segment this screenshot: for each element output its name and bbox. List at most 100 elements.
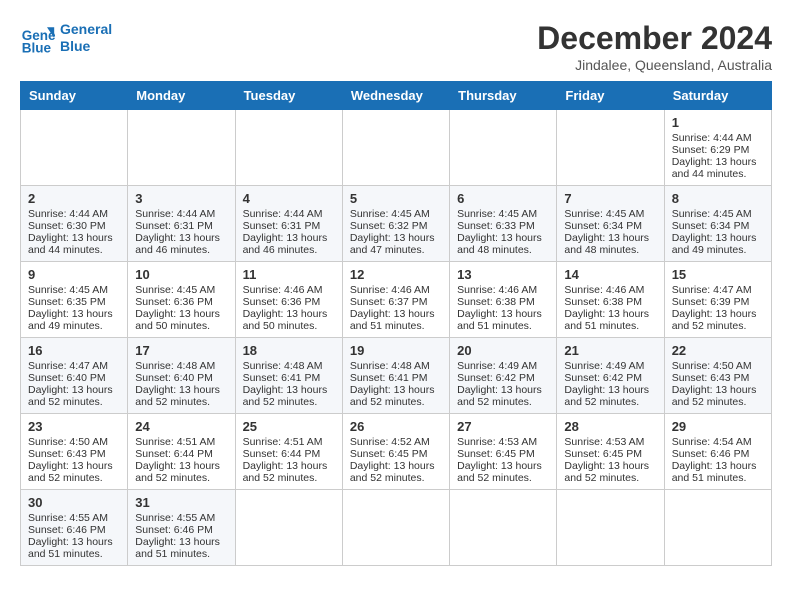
day-number: 11 [243,267,335,282]
day-number: 19 [350,343,442,358]
cell-line: and 52 minutes. [672,396,747,408]
calendar-week-5: 23Sunrise: 4:50 AMSunset: 6:43 PMDayligh… [21,414,772,490]
cell-line: Daylight: 13 hours [350,384,435,396]
calendar-cell: 13Sunrise: 4:46 AMSunset: 6:38 PMDayligh… [450,262,557,338]
calendar-cell: 5Sunrise: 4:45 AMSunset: 6:32 PMDaylight… [342,186,449,262]
cell-line: Sunset: 6:38 PM [457,296,535,308]
day-number: 25 [243,419,335,434]
cell-line: and 48 minutes. [564,244,639,256]
cell-line: Sunrise: 4:48 AM [243,360,323,372]
calendar-cell [450,490,557,566]
cell-line: Daylight: 13 hours [564,308,649,320]
cell-line: Sunset: 6:34 PM [672,220,750,232]
header-sunday: Sunday [21,82,128,110]
logo-icon: General Blue [20,20,56,56]
cell-line: and 47 minutes. [350,244,425,256]
cell-line: Daylight: 13 hours [243,384,328,396]
cell-line: and 52 minutes. [135,396,210,408]
cell-line: Daylight: 13 hours [243,460,328,472]
day-number: 15 [672,267,764,282]
day-number: 5 [350,191,442,206]
calendar-week-6: 30Sunrise: 4:55 AMSunset: 6:46 PMDayligh… [21,490,772,566]
cell-line: and 52 minutes. [457,472,532,484]
calendar-cell: 23Sunrise: 4:50 AMSunset: 6:43 PMDayligh… [21,414,128,490]
day-number: 7 [564,191,656,206]
cell-line: and 49 minutes. [28,320,103,332]
cell-line: Daylight: 13 hours [564,460,649,472]
cell-line: Sunset: 6:36 PM [243,296,321,308]
calendar-cell: 26Sunrise: 4:52 AMSunset: 6:45 PMDayligh… [342,414,449,490]
cell-line: Sunrise: 4:46 AM [457,284,537,296]
cell-line: Sunset: 6:38 PM [564,296,642,308]
day-number: 12 [350,267,442,282]
cell-line: Sunset: 6:29 PM [672,144,750,156]
calendar-cell: 25Sunrise: 4:51 AMSunset: 6:44 PMDayligh… [235,414,342,490]
cell-line: and 48 minutes. [457,244,532,256]
day-number: 13 [457,267,549,282]
day-number: 1 [672,115,764,130]
day-number: 20 [457,343,549,358]
calendar-cell: 30Sunrise: 4:55 AMSunset: 6:46 PMDayligh… [21,490,128,566]
cell-line: Sunset: 6:43 PM [28,448,106,460]
cell-line: Sunset: 6:46 PM [28,524,106,536]
day-number: 24 [135,419,227,434]
calendar-cell: 27Sunrise: 4:53 AMSunset: 6:45 PMDayligh… [450,414,557,490]
cell-line: Sunrise: 4:47 AM [28,360,108,372]
header-tuesday: Tuesday [235,82,342,110]
cell-line: Sunrise: 4:45 AM [457,208,537,220]
calendar-cell: 18Sunrise: 4:48 AMSunset: 6:41 PMDayligh… [235,338,342,414]
svg-text:Blue: Blue [22,40,52,55]
cell-line: Daylight: 13 hours [135,308,220,320]
cell-line: Sunrise: 4:45 AM [350,208,430,220]
day-number: 26 [350,419,442,434]
cell-line: and 51 minutes. [28,548,103,560]
calendar-cell: 28Sunrise: 4:53 AMSunset: 6:45 PMDayligh… [557,414,664,490]
cell-line: Daylight: 13 hours [564,384,649,396]
cell-line: and 51 minutes. [457,320,532,332]
calendar-table: Sunday Monday Tuesday Wednesday Thursday… [20,81,772,566]
calendar-cell: 7Sunrise: 4:45 AMSunset: 6:34 PMDaylight… [557,186,664,262]
cell-line: Sunset: 6:41 PM [350,372,428,384]
calendar-cell: 29Sunrise: 4:54 AMSunset: 6:46 PMDayligh… [664,414,771,490]
calendar-cell [450,110,557,186]
calendar-cell: 21Sunrise: 4:49 AMSunset: 6:42 PMDayligh… [557,338,664,414]
cell-line: Sunrise: 4:45 AM [672,208,752,220]
cell-line: Sunset: 6:46 PM [135,524,213,536]
cell-line: and 52 minutes. [350,396,425,408]
calendar-cell: 2Sunrise: 4:44 AMSunset: 6:30 PMDaylight… [21,186,128,262]
header-saturday: Saturday [664,82,771,110]
calendar-cell [235,490,342,566]
cell-line: Daylight: 13 hours [457,384,542,396]
cell-line: Sunrise: 4:46 AM [564,284,644,296]
cell-line: and 44 minutes. [672,168,747,180]
day-number: 18 [243,343,335,358]
header-monday: Monday [128,82,235,110]
cell-line: Daylight: 13 hours [672,232,757,244]
header-friday: Friday [557,82,664,110]
page-header: General Blue General Blue December 2024 … [20,20,772,73]
cell-line: Sunrise: 4:49 AM [564,360,644,372]
cell-line: Sunrise: 4:55 AM [135,512,215,524]
cell-line: Sunrise: 4:49 AM [457,360,537,372]
cell-line: Sunrise: 4:44 AM [243,208,323,220]
day-number: 27 [457,419,549,434]
day-number: 9 [28,267,120,282]
cell-line: Daylight: 13 hours [457,232,542,244]
cell-line: Daylight: 13 hours [135,460,220,472]
calendar-cell: 4Sunrise: 4:44 AMSunset: 6:31 PMDaylight… [235,186,342,262]
cell-line: and 51 minutes. [350,320,425,332]
day-number: 2 [28,191,120,206]
calendar-cell: 19Sunrise: 4:48 AMSunset: 6:41 PMDayligh… [342,338,449,414]
calendar-cell: 16Sunrise: 4:47 AMSunset: 6:40 PMDayligh… [21,338,128,414]
cell-line: Sunset: 6:36 PM [135,296,213,308]
cell-line: and 46 minutes. [135,244,210,256]
header-wednesday: Wednesday [342,82,449,110]
cell-line: Sunrise: 4:45 AM [135,284,215,296]
calendar-cell: 11Sunrise: 4:46 AMSunset: 6:36 PMDayligh… [235,262,342,338]
cell-line: Sunset: 6:45 PM [350,448,428,460]
day-number: 8 [672,191,764,206]
cell-line: Daylight: 13 hours [28,384,113,396]
cell-line: Sunset: 6:31 PM [135,220,213,232]
cell-line: Sunset: 6:31 PM [243,220,321,232]
cell-line: Sunrise: 4:50 AM [28,436,108,448]
